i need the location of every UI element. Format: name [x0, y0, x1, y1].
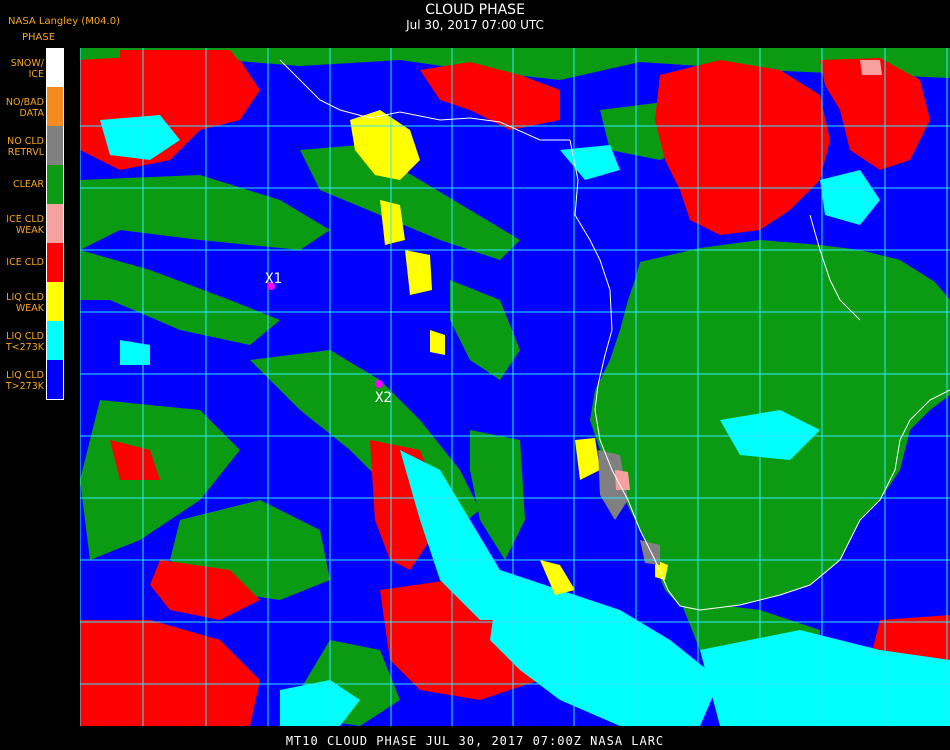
marker-x1-label: X1 [265, 271, 282, 287]
legend-swatch [46, 360, 64, 399]
legend-label: NO CLD RETRVL [7, 136, 44, 158]
legend-swatch [46, 243, 64, 282]
legend-label: NO/BAD DATA [5, 97, 44, 119]
marker-x2-label: X2 [375, 390, 392, 406]
legend-item-liq-cld-weak: LIQ CLD WEAK [0, 282, 66, 321]
legend-item-snow-ice: SNOW/ ICE [0, 48, 66, 87]
legend-label: LIQ CLD WEAK [6, 292, 44, 314]
legend-item-clear: CLEAR [0, 165, 66, 204]
legend-label: ICE CLD [6, 257, 44, 268]
footer-caption: MT10 CLOUD PHASE JUL 30, 2017 07:00Z NAS… [285, 734, 665, 748]
legend-swatch [46, 204, 64, 243]
marker-x2-dot [375, 380, 383, 388]
legend-label: ICE CLD WEAK [6, 214, 44, 236]
legend-item-no-bad-data: NO/BAD DATA [0, 87, 66, 126]
legend-item-liq-cld-cold: LIQ CLD T<273K [0, 321, 66, 360]
legend-label: SNOW/ ICE [10, 58, 44, 80]
parameter-label: PHASE [22, 32, 56, 43]
map-svg: X1 X2 [80, 48, 950, 726]
map-title: CLOUD PHASE [425, 2, 525, 18]
legend-label: LIQ CLD T<273K [5, 331, 44, 353]
legend-item-ice-cld: ICE CLD [0, 243, 66, 282]
legend-item-liq-cld-warm: LIQ CLD T>273K [0, 360, 66, 399]
cloud-phase-map[interactable]: X1 X2 [80, 48, 950, 726]
legend-item-ice-cld-weak: ICE CLD WEAK [0, 204, 66, 243]
legend-swatch [46, 321, 64, 360]
legend-label: LIQ CLD T>273K [5, 370, 44, 392]
legend-swatch [46, 282, 64, 321]
legend-item-no-cld-retrvl: NO CLD RETRVL [0, 126, 66, 165]
legend-swatch [46, 126, 64, 165]
legend-swatch [46, 48, 64, 87]
legend-swatch [46, 87, 64, 126]
map-timestamp: Jul 30, 2017 07:00 UTC [406, 18, 544, 32]
legend-label: CLEAR [12, 179, 44, 190]
legend-swatch [46, 165, 64, 204]
